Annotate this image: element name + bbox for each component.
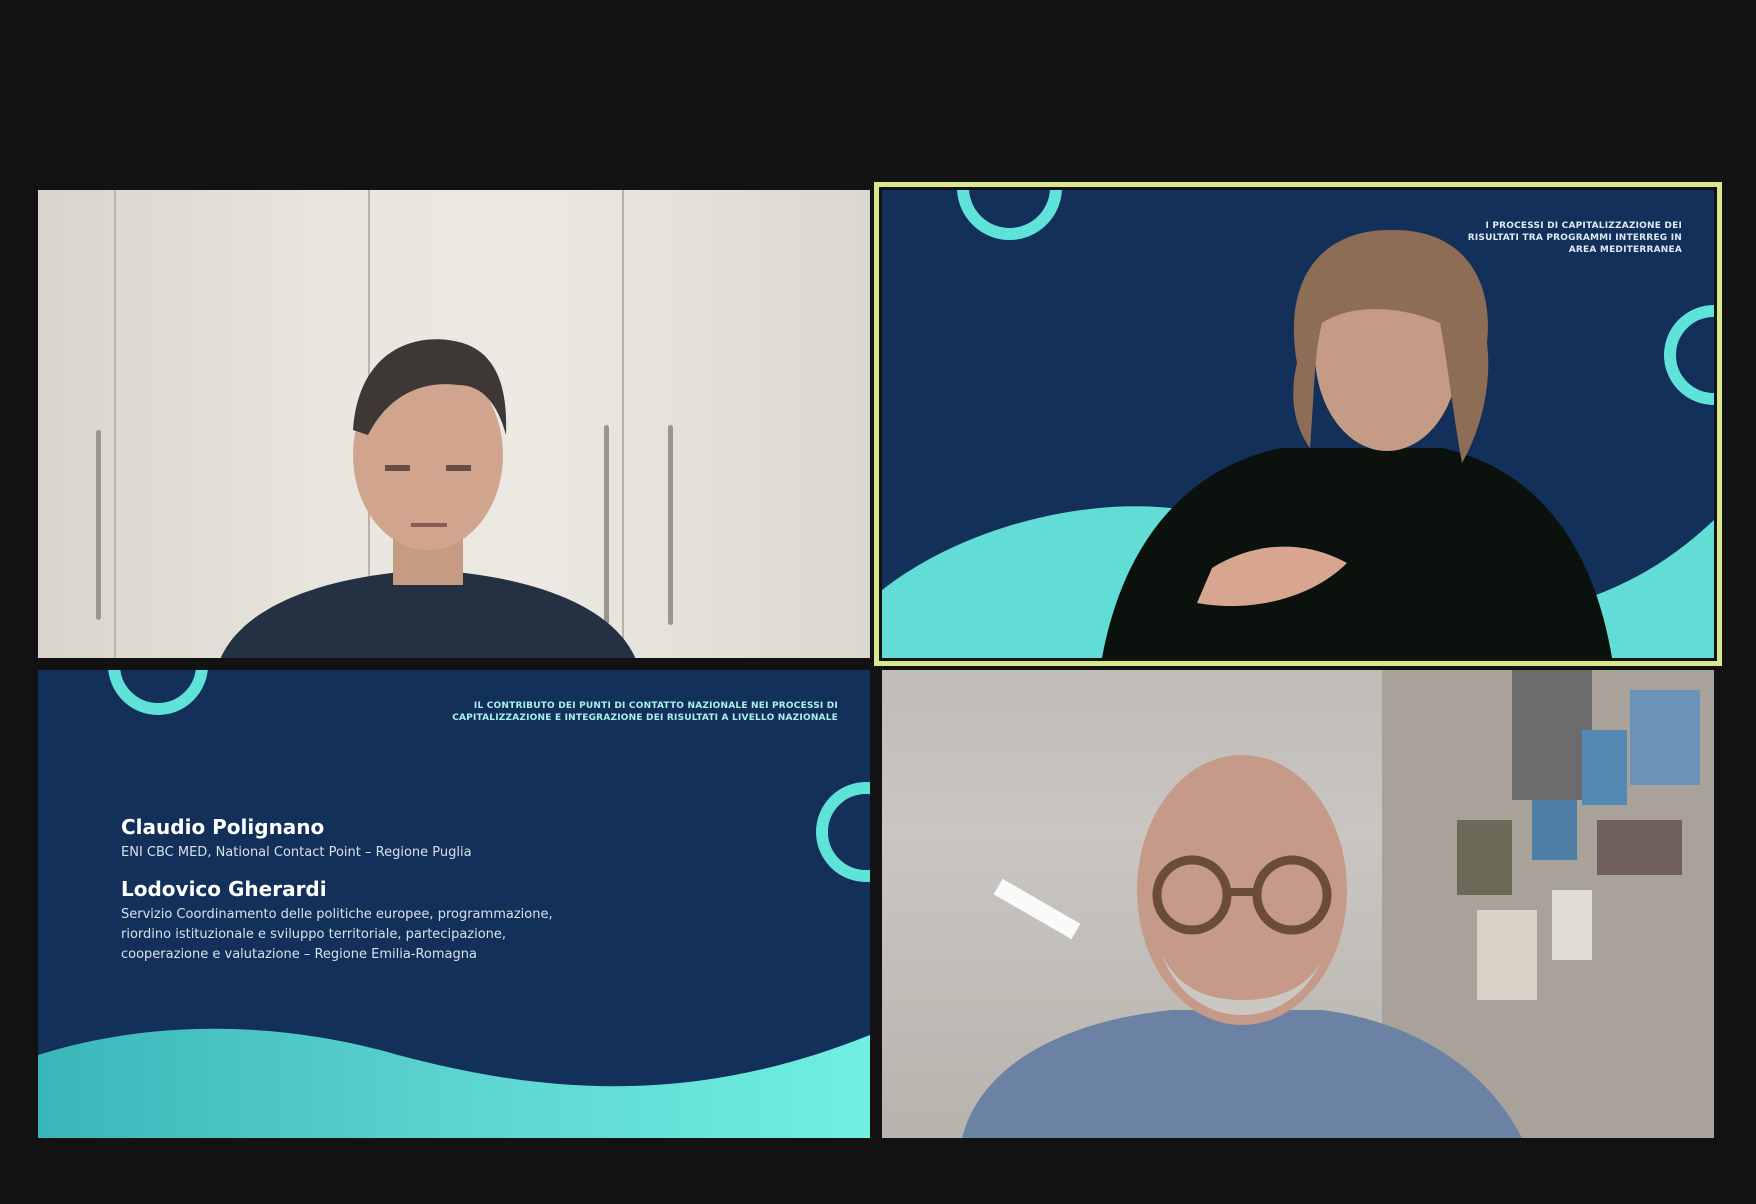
video-tile-participant-4[interactable]: [882, 670, 1714, 1138]
video-tile-participant-2[interactable]: I PROCESSI DI CAPITALIZZAZIONE DEI RISUL…: [882, 190, 1714, 658]
decorative-wave: [38, 1028, 870, 1138]
video-meeting-window: I PROCESSI DI CAPITALIZZAZIONE DEI RISUL…: [0, 0, 1756, 1204]
participant-video-person: [962, 755, 1522, 1138]
video-tile-participant-1[interactable]: [38, 190, 870, 658]
wardrobe-handle: [96, 430, 101, 620]
participant-video-person: [1102, 229, 1612, 658]
speaker-list: Claudio Polignano ENI CBC MED, National …: [121, 815, 591, 979]
slide-title: IL CONTRIBUTO DEI PUNTI DI CONTATTO NAZI…: [452, 701, 838, 723]
speaker-role: ENI CBC MED, National Contact Point – Re…: [121, 845, 472, 860]
participant-video-person: [220, 339, 636, 658]
wardrobe-panel-line: [114, 190, 116, 658]
speaker-name: Claudio Polignano: [121, 815, 325, 839]
shared-screen-slide[interactable]: IL CONTRIBUTO DEI PUNTI DI CONTATTO NAZI…: [38, 670, 870, 1138]
wardrobe-handle: [668, 425, 673, 625]
speaker-role: Servizio Coordinamento delle politiche e…: [121, 907, 553, 962]
speaker-name: Lodovico Gherardi: [121, 877, 327, 901]
